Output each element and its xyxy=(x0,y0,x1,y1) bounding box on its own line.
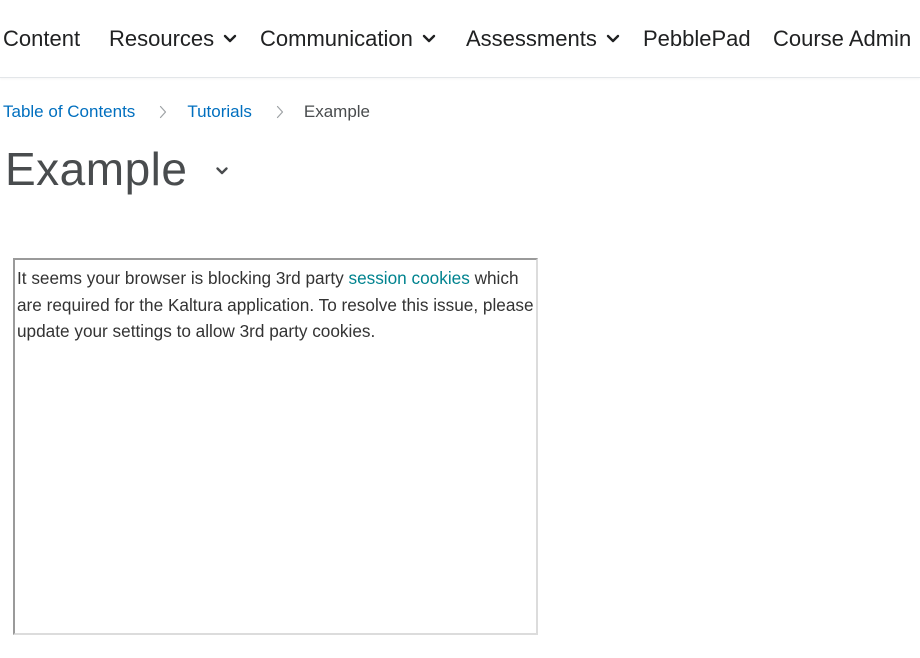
page-title: Example xyxy=(5,143,188,195)
nav-item-label: Assessments xyxy=(466,26,597,51)
nav-item-communication[interactable]: Communication xyxy=(260,26,436,52)
nav-item-course-admin[interactable]: Course Admin xyxy=(773,26,911,52)
nav-item-pebblepad[interactable]: PebblePad xyxy=(643,26,751,52)
breadcrumb: Table of Contents Tutorials Example xyxy=(3,102,370,122)
chevron-down-icon xyxy=(223,34,237,43)
breadcrumb-link-table-of-contents[interactable]: Table of Contents xyxy=(3,102,135,122)
session-cookies-link[interactable]: session cookies xyxy=(348,268,469,288)
nav-item-label: Resources xyxy=(109,26,215,51)
kaltura-embed-frame[interactable]: It seems your browser is blocking 3rd pa… xyxy=(13,258,538,635)
nav-item-label: Content xyxy=(3,26,81,51)
chevron-down-icon xyxy=(606,34,620,43)
course-navbar: Content Resources Communication Assessme… xyxy=(0,0,920,78)
chevron-right-icon xyxy=(276,105,283,119)
nav-item-content[interactable]: Content xyxy=(3,26,80,52)
chevron-down-icon xyxy=(422,34,436,43)
cookie-warning-text-start: It seems your browser is blocking 3rd pa… xyxy=(17,268,349,288)
page-title-area: Example xyxy=(5,142,229,196)
cookie-warning-message: It seems your browser is blocking 3rd pa… xyxy=(17,265,537,345)
chevron-down-icon[interactable] xyxy=(215,166,229,176)
nav-item-label: Course Admin xyxy=(773,26,912,51)
breadcrumb-current: Example xyxy=(303,102,371,121)
chevron-right-icon xyxy=(160,105,167,119)
nav-item-assessments[interactable]: Assessments xyxy=(466,26,620,52)
nav-item-resources[interactable]: Resources xyxy=(109,26,237,52)
nav-item-label: PebblePad xyxy=(643,26,751,51)
nav-item-label: Communication xyxy=(260,26,413,51)
breadcrumb-link-tutorials[interactable]: Tutorials xyxy=(187,102,252,122)
